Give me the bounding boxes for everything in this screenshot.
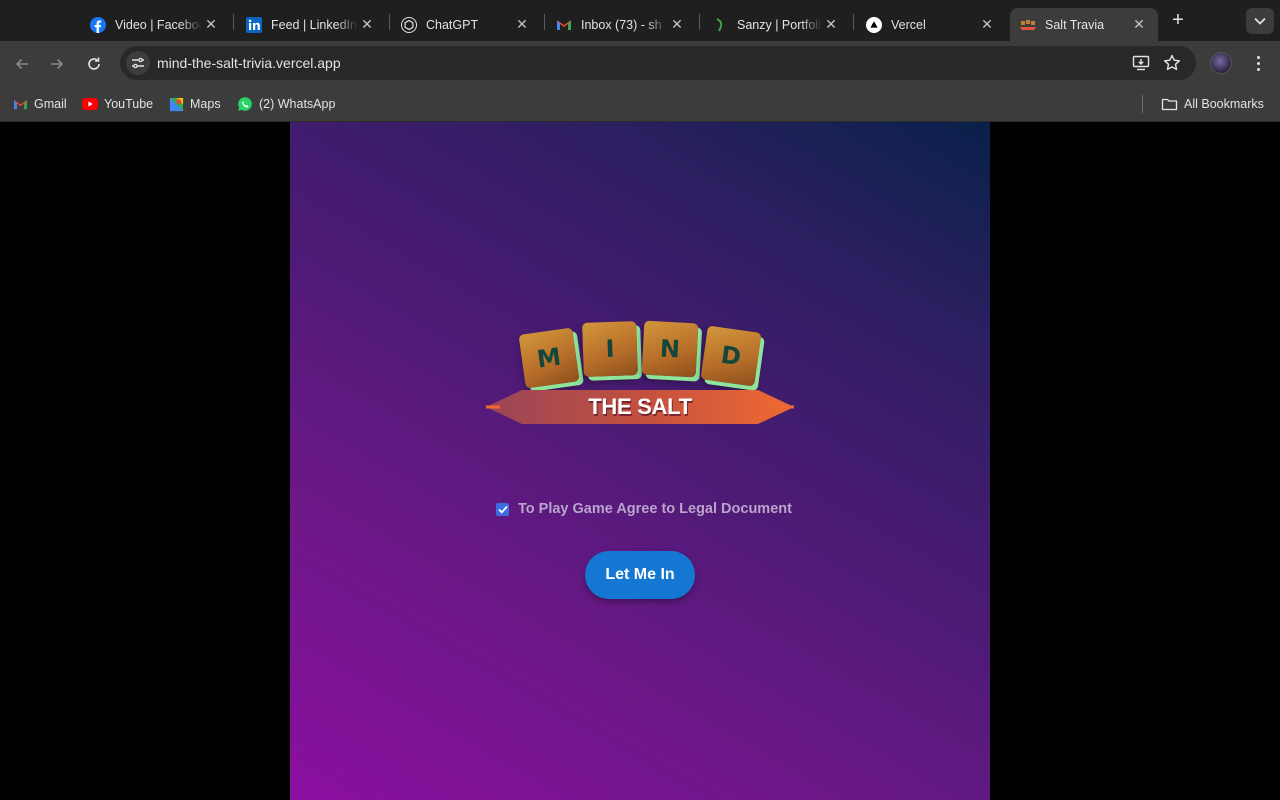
let-me-in-button[interactable]: Let Me In [585, 551, 695, 599]
address-bar[interactable]: mind-the-salt-trivia.vercel.app [120, 46, 1196, 80]
bookmark-label: Gmail [34, 97, 67, 111]
close-icon[interactable]: ✕ [668, 16, 686, 34]
arrow-left-icon [15, 58, 28, 70]
bookmarks-bar: Gmail YouTube Maps (2) WhatsApp All Book… [0, 86, 1280, 122]
new-tab-button[interactable]: + [1167, 9, 1189, 31]
agreement-label: To Play Game Agree to Legal Document [518, 501, 792, 517]
tab-vercel[interactable]: Vercel ✕ [856, 8, 1006, 41]
facebook-icon [90, 16, 106, 33]
tab-title: Inbox (73) - sh [581, 17, 662, 32]
youtube-icon [82, 96, 98, 112]
tab-gmail[interactable]: Inbox (73) - sh ✕ [546, 8, 696, 41]
tab-title: Salt Travia [1045, 17, 1105, 32]
chevron-down-icon [1254, 17, 1266, 25]
logo-banner-text: THE SALT [588, 394, 692, 419]
bookmark-star-icon[interactable] [1162, 53, 1182, 73]
bookmark-youtube[interactable]: YouTube [82, 95, 153, 113]
logo-tile: N [641, 320, 699, 378]
checkmark-icon [497, 505, 508, 514]
profile-avatar[interactable] [1210, 52, 1232, 74]
all-bookmarks[interactable]: All Bookmarks [1160, 95, 1264, 113]
tab-salt-travia[interactable]: Salt Travia ✕ [1010, 8, 1158, 41]
agreement-checkbox[interactable] [496, 502, 509, 516]
tab-search-button[interactable] [1246, 8, 1274, 34]
install-app-icon[interactable] [1132, 54, 1150, 72]
close-icon[interactable]: ✕ [822, 16, 840, 34]
tab-title: ChatGPT [426, 17, 479, 32]
bookmarks-divider [1142, 95, 1143, 113]
close-icon[interactable]: ✕ [978, 16, 996, 34]
more-menu-icon[interactable] [1248, 52, 1268, 74]
page-viewport: M I N D THE SALT To Play Game Agree to L… [0, 122, 1280, 800]
salt-travia-icon [1020, 17, 1036, 33]
close-icon[interactable]: ✕ [202, 16, 220, 34]
app-container: M I N D THE SALT To Play Game Agree to L… [290, 122, 990, 800]
tab-divider [233, 14, 234, 30]
bookmark-label: Maps [190, 97, 221, 111]
tab-strip: Video | Facebook ✕ Feed | LinkedIn ✕ Cha… [0, 0, 1280, 41]
portfolio-icon [712, 17, 728, 33]
browser-toolbar: mind-the-salt-trivia.vercel.app [0, 41, 1280, 86]
close-icon[interactable]: ✕ [513, 16, 531, 34]
all-bookmarks-label: All Bookmarks [1184, 97, 1264, 111]
tab-divider [544, 14, 545, 30]
maps-icon [168, 96, 184, 112]
tab-divider [853, 14, 854, 30]
logo-tile: I [582, 321, 638, 377]
back-button[interactable] [10, 52, 34, 76]
whatsapp-icon [237, 96, 253, 112]
tab-divider [389, 14, 390, 30]
bookmark-label: (2) WhatsApp [259, 97, 336, 111]
folder-icon [1160, 96, 1178, 112]
site-info-icon[interactable] [126, 51, 150, 75]
mind-the-salt-logo: M I N D THE SALT [486, 318, 794, 430]
legal-agreement[interactable]: To Play Game Agree to Legal Document [496, 499, 792, 519]
tab-title: Video | Facebook [115, 17, 202, 32]
bookmark-maps[interactable]: Maps [168, 95, 221, 113]
tab-linkedin[interactable]: Feed | LinkedIn ✕ [236, 8, 386, 41]
reload-button[interactable] [82, 52, 106, 76]
tab-title: Sanzy | Portfolio [737, 17, 822, 32]
logo-tile: M [518, 327, 580, 389]
close-icon[interactable]: ✕ [1130, 16, 1148, 34]
bookmark-whatsapp[interactable]: (2) WhatsApp [237, 95, 335, 113]
reload-icon [88, 57, 100, 70]
tab-title: Vercel [891, 17, 926, 32]
chatgpt-icon [401, 16, 417, 33]
tab-title: Feed | LinkedIn [271, 17, 357, 32]
tab-chatgpt[interactable]: ChatGPT ✕ [391, 8, 541, 41]
tab-portfolio[interactable]: Sanzy | Portfolio ✕ [702, 8, 850, 41]
tab-divider [699, 14, 700, 30]
bookmark-label: YouTube [104, 97, 154, 111]
linkedin-icon [246, 16, 262, 33]
gmail-icon [556, 17, 572, 33]
bookmark-gmail[interactable]: Gmail [12, 95, 67, 113]
arrow-right-icon [51, 58, 64, 70]
logo-tile: D [700, 325, 762, 387]
vercel-icon [866, 16, 882, 33]
tab-facebook[interactable]: Video | Facebook ✕ [80, 8, 230, 41]
close-icon[interactable]: ✕ [358, 16, 376, 34]
url-text[interactable]: mind-the-salt-trivia.vercel.app [157, 55, 341, 71]
forward-button[interactable] [45, 52, 69, 76]
gmail-icon [12, 96, 28, 112]
